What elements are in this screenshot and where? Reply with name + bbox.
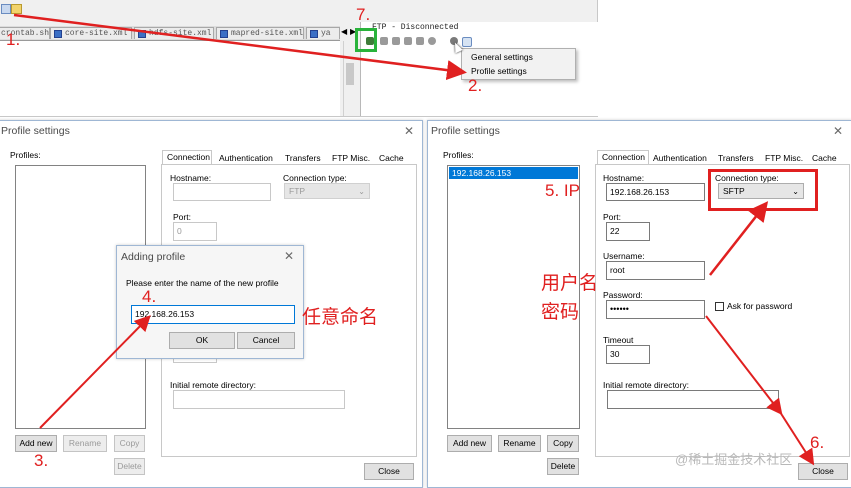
annotation-step5: 5. IP <box>545 181 580 200</box>
menu-item-profile-settings[interactable]: Profile settings <box>471 66 527 76</box>
annotation-step2: 2. <box>468 76 483 95</box>
menu-item-general-settings[interactable]: General settings <box>471 52 533 62</box>
annotation-name-any: 任意命名 <box>302 307 379 328</box>
add-new-button[interactable]: Add new <box>15 435 57 452</box>
password-input[interactable]: •••••• <box>606 300 705 319</box>
ask-password-checkbox[interactable] <box>715 302 724 311</box>
delete-button[interactable]: Delete <box>547 458 579 475</box>
editor-area[interactable] <box>0 41 340 116</box>
chevron-down-icon: ⌄ <box>358 187 365 196</box>
annotation-password: 密码 <box>541 302 580 323</box>
close-button[interactable]: Close <box>364 463 414 480</box>
refresh-icon[interactable] <box>416 37 424 45</box>
watermark: @稀土掘金技术社区 <box>675 452 793 467</box>
ok-button[interactable]: OK <box>169 332 235 349</box>
tab-mapred-site[interactable]: mapred-site.xml <box>216 27 304 39</box>
timeout-input[interactable]: 30 <box>606 345 650 364</box>
ftp-panel-title: FTP - Disconnected <box>372 23 459 32</box>
hostname-input[interactable] <box>173 183 271 201</box>
annotation-step4: 4. <box>142 287 157 306</box>
notepadpp-window: crontab.sh core-site.xml hdfs-site.xml m… <box>0 0 598 117</box>
message-window-icon[interactable] <box>462 37 472 47</box>
profile-list-item[interactable]: 192.168.26.153 <box>449 167 578 179</box>
close-icon[interactable]: ✕ <box>284 249 294 263</box>
document-tab-bar: crontab.sh core-site.xml hdfs-site.xml m… <box>0 26 340 41</box>
close-button[interactable]: Close <box>798 463 848 480</box>
folder-icon[interactable] <box>11 4 22 14</box>
add-new-button[interactable]: Add new <box>447 435 492 452</box>
copy-button[interactable]: Copy <box>114 435 145 452</box>
username-label: Username: <box>603 251 645 261</box>
tab-connection[interactable]: Connection <box>597 150 649 164</box>
tab-transfers[interactable]: Transfers <box>718 153 754 163</box>
initial-dir-label: Initial remote directory: <box>170 380 256 390</box>
tab-cache[interactable]: Cache <box>379 153 404 163</box>
rename-button[interactable]: Rename <box>63 435 107 452</box>
highlight-connection-type <box>708 169 818 211</box>
annotation-username: 用户名 <box>541 273 599 294</box>
port-input[interactable]: 22 <box>606 222 650 241</box>
hostname-label: Hostname: <box>603 173 645 183</box>
delete-button[interactable]: Delete <box>114 458 145 475</box>
profiles-label: Profiles: <box>443 150 474 160</box>
tab-transfers[interactable]: Transfers <box>285 153 321 163</box>
tab-ftp-misc[interactable]: FTP Misc. <box>765 153 803 163</box>
port-label: Port: <box>603 212 621 222</box>
hostname-input[interactable]: 192.168.26.153 <box>606 183 705 201</box>
close-icon[interactable]: ✕ <box>833 124 843 138</box>
app-icon[interactable] <box>1 4 11 14</box>
initial-dir-label: Initial remote directory: <box>603 380 689 390</box>
file-icon <box>138 30 146 38</box>
rename-button[interactable]: Rename <box>498 435 541 452</box>
tab-authentication[interactable]: Authentication <box>653 153 707 163</box>
highlight-connect-icon <box>355 28 377 52</box>
annotation-step7: 7. <box>356 5 371 24</box>
file-icon <box>310 30 318 38</box>
tab-core-site[interactable]: core-site.xml <box>50 27 132 39</box>
download-icon[interactable] <box>392 37 400 45</box>
profile-settings-dialog-right: Profile settings ✕ Profiles: 192.168.26.… <box>427 120 851 488</box>
toolbar-icons <box>0 3 22 15</box>
tab-connection[interactable]: Connection <box>162 150 212 164</box>
tab-cache[interactable]: Cache <box>812 153 837 163</box>
timeout-label: Timeout <box>603 335 634 345</box>
ask-password-label: Ask for password <box>727 301 793 311</box>
scrollbar-thumb[interactable] <box>346 63 354 85</box>
dialog-title: Profile settings <box>431 125 500 137</box>
dialog-title: Profile settings <box>1 125 70 137</box>
tab-scroll-left-icon[interactable]: ◀ <box>341 27 347 36</box>
close-icon[interactable]: ✕ <box>404 124 414 138</box>
tab-hdfs-site[interactable]: hdfs-site.xml <box>134 27 214 39</box>
connection-type-select[interactable]: FTP ⌄ <box>284 183 370 199</box>
cancel-button[interactable]: Cancel <box>237 332 295 349</box>
abort-icon[interactable] <box>428 37 436 45</box>
file-icon <box>220 30 228 38</box>
annotation-step1: 1. <box>6 30 21 49</box>
initial-dir-input[interactable] <box>173 390 345 409</box>
hostname-label: Hostname: <box>170 173 212 183</box>
annotation-step3: 3. <box>34 451 49 470</box>
connection-type-label: Connection type: <box>283 173 347 183</box>
annotation-step6: 6. <box>810 433 825 452</box>
tab-ya[interactable]: ya <box>306 27 340 39</box>
username-input[interactable]: root <box>606 261 705 280</box>
port-input[interactable]: 0 <box>173 222 217 241</box>
port-label: Port: <box>173 212 191 222</box>
initial-dir-input[interactable] <box>607 390 779 409</box>
profiles-label: Profiles: <box>10 150 41 160</box>
editor-scrollbar[interactable] <box>343 41 356 116</box>
disconnect-icon[interactable] <box>380 37 388 45</box>
copy-button[interactable]: Copy <box>547 435 579 452</box>
password-label: Password: <box>603 290 643 300</box>
dialog-title: Adding profile <box>121 251 186 263</box>
tab-authentication[interactable]: Authentication <box>219 153 273 163</box>
upload-icon[interactable] <box>404 37 412 45</box>
tab-ftp-misc[interactable]: FTP Misc. <box>332 153 370 163</box>
profile-name-input[interactable]: 192.168.26.153 <box>131 305 295 324</box>
file-icon <box>54 30 62 38</box>
